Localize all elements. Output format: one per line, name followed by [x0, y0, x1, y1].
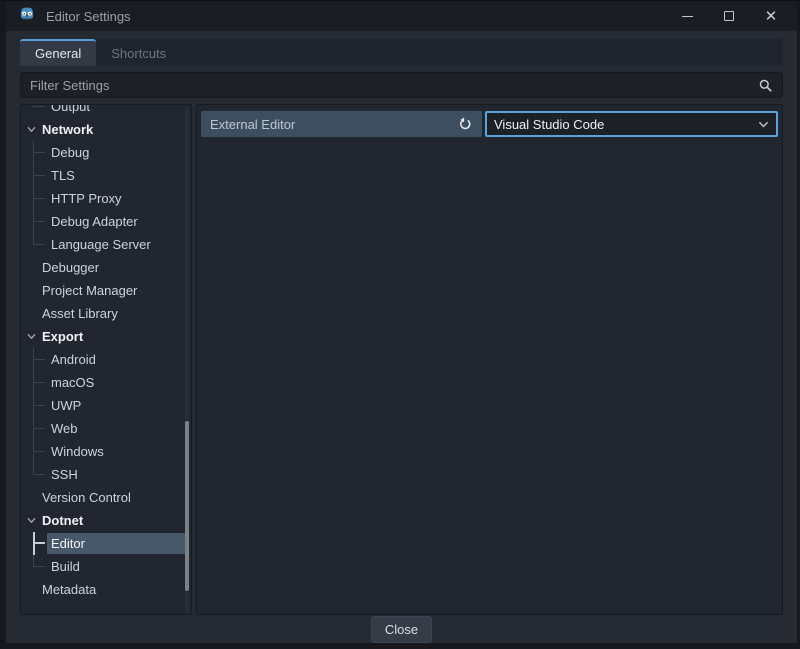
sidebar-item-output[interactable]: Output — [21, 104, 191, 118]
tree-item-label: Language Server — [47, 234, 185, 255]
sidebar-item-web[interactable]: Web — [21, 417, 191, 440]
tree-branch-line — [25, 440, 47, 463]
search-icon — [758, 78, 773, 93]
tab-general[interactable]: General — [20, 39, 96, 66]
sidebar-item-export[interactable]: Export — [21, 325, 191, 348]
tree-item-label: Asset Library — [38, 303, 185, 324]
chevron-down-icon — [758, 119, 769, 130]
setting-label-strip: External Editor — [201, 111, 482, 137]
godot-logo-icon — [18, 5, 36, 28]
tree-item-label: Version Control — [38, 487, 185, 508]
tree-item-label: Debug — [47, 142, 185, 163]
sidebar-item-macos[interactable]: macOS — [21, 371, 191, 394]
setting-row: External Editor Visual Studio Code — [201, 111, 778, 137]
tree-item-label: SSH — [47, 464, 185, 485]
sidebar-item-version-control[interactable]: Version Control — [21, 486, 191, 509]
sidebar-item-debug[interactable]: Debug — [21, 141, 191, 164]
sidebar-item-language-server[interactable]: Language Server — [21, 233, 191, 256]
editor-settings-dialog: Editor Settings ✕ General Shortcuts — [0, 0, 800, 649]
sidebar-item-metadata[interactable]: Metadata — [21, 578, 191, 601]
tree-branch-line — [25, 104, 47, 118]
maximize-icon[interactable] — [721, 8, 737, 24]
sidebar-item-editor[interactable]: Editor — [21, 532, 191, 555]
close-window-icon[interactable]: ✕ — [763, 8, 779, 24]
tree-item-label: HTTP Proxy — [47, 188, 185, 209]
tree-branch-line — [25, 348, 47, 371]
tree-item-label: Export — [38, 326, 87, 347]
tree-item-label: Android — [47, 349, 185, 370]
setting-value-dropdown[interactable]: Visual Studio Code — [485, 111, 778, 137]
settings-tree-panel: Output Network Debug TLS HTTP Proxy Debu… — [20, 104, 192, 615]
filter-settings-box — [20, 72, 783, 98]
tree-item-label: Editor — [47, 533, 185, 554]
close-button[interactable]: Close — [371, 616, 432, 643]
tree-item-label: Debug Adapter — [47, 211, 185, 232]
tree-item-label: Output — [47, 104, 185, 117]
sidebar-item-android[interactable]: Android — [21, 348, 191, 371]
chevron-down-icon[interactable] — [25, 516, 38, 525]
tree-item-label: UWP — [47, 395, 185, 416]
minimize-icon[interactable] — [679, 8, 695, 24]
revert-icon[interactable] — [455, 114, 475, 134]
sidebar-scrollbar-thumb[interactable] — [185, 421, 189, 591]
sidebar-item-dotnet[interactable]: Dotnet — [21, 509, 191, 532]
sidebar-item-asset-library[interactable]: Asset Library — [21, 302, 191, 325]
sidebar-item-http-proxy[interactable]: HTTP Proxy — [21, 187, 191, 210]
sidebar-item-tls[interactable]: TLS — [21, 164, 191, 187]
tree-item-label: Build — [47, 556, 185, 577]
tree-item-label: Project Manager — [38, 280, 185, 301]
tree-item-label: TLS — [47, 165, 185, 186]
tree-branch-line — [25, 555, 47, 578]
tree-branch-line — [25, 463, 47, 486]
tree-item-label: Web — [47, 418, 185, 439]
sidebar-item-debug-adapter[interactable]: Debug Adapter — [21, 210, 191, 233]
dropdown-selected-value: Visual Studio Code — [494, 117, 758, 132]
tab-bar: General Shortcuts — [20, 39, 783, 66]
tree-branch-line — [25, 394, 47, 417]
setting-label: External Editor — [210, 117, 455, 132]
tree-branch-line — [25, 417, 47, 440]
tree-item-label: Windows — [47, 441, 185, 462]
sidebar-item-build[interactable]: Build — [21, 555, 191, 578]
sidebar-item-uwp[interactable]: UWP — [21, 394, 191, 417]
tree-branch-line — [25, 532, 47, 555]
tree-item-label: macOS — [47, 372, 185, 393]
settings-tree: Output Network Debug TLS HTTP Proxy Debu… — [21, 104, 191, 601]
sidebar-item-windows[interactable]: Windows — [21, 440, 191, 463]
tree-item-label: Debugger — [38, 257, 185, 278]
sidebar-item-project-manager[interactable]: Project Manager — [21, 279, 191, 302]
tree-branch-line — [25, 233, 47, 256]
tree-item-label: Network — [38, 119, 97, 140]
tree-item-label: Dotnet — [38, 510, 87, 531]
tree-branch-line — [25, 371, 47, 394]
tree-item-label: Metadata — [38, 579, 185, 600]
tree-branch-line — [25, 210, 47, 233]
filter-settings-input[interactable] — [30, 78, 758, 93]
tree-branch-line — [25, 187, 47, 210]
chevron-down-icon[interactable] — [25, 332, 38, 341]
chevron-down-icon[interactable] — [25, 125, 38, 134]
settings-content-panel: External Editor Visual Studio Code — [196, 104, 783, 615]
sidebar-item-network[interactable]: Network — [21, 118, 191, 141]
tab-shortcuts[interactable]: Shortcuts — [96, 39, 181, 66]
sidebar-item-ssh[interactable]: SSH — [21, 463, 191, 486]
tree-branch-line — [25, 141, 47, 164]
sidebar-item-debugger[interactable]: Debugger — [21, 256, 191, 279]
titlebar[interactable]: Editor Settings ✕ — [6, 1, 797, 31]
window-title: Editor Settings — [46, 9, 669, 24]
tree-branch-line — [25, 164, 47, 187]
